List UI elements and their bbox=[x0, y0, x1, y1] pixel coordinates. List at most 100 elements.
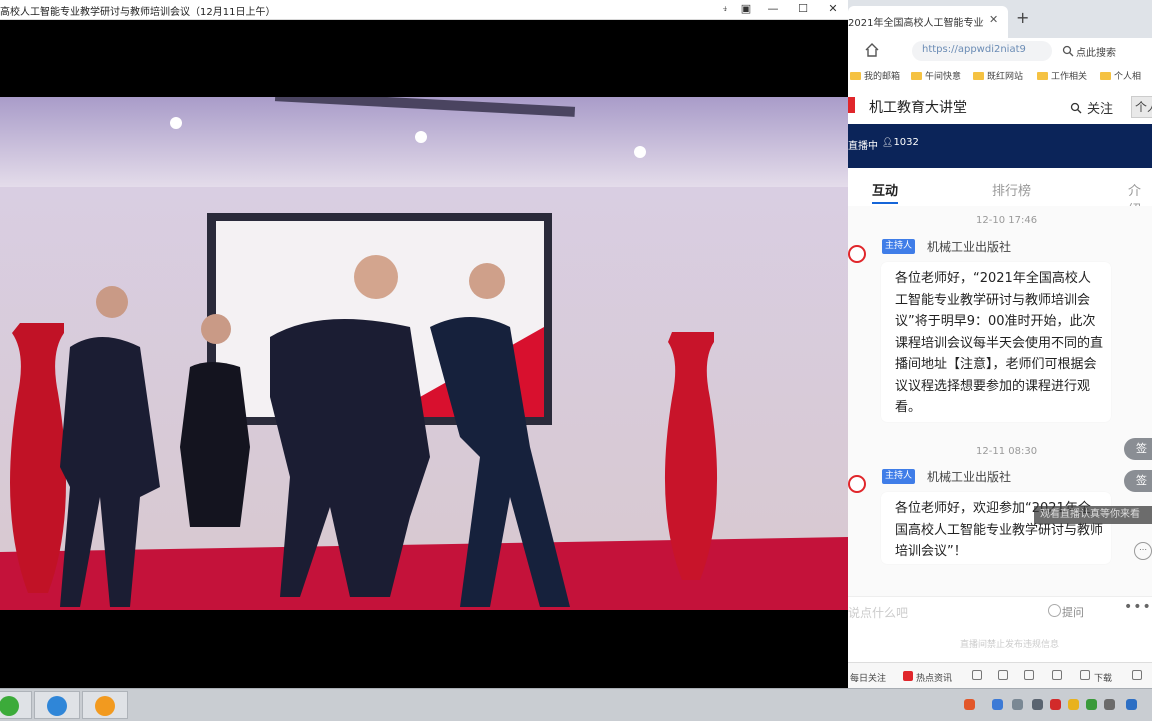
search-input[interactable]: 点此搜索 bbox=[1058, 41, 1152, 61]
address-bar-row: https://appwdi2niat9 点此搜索 bbox=[848, 38, 1152, 64]
app-green-icon bbox=[0, 696, 19, 716]
shield-icon[interactable] bbox=[972, 670, 982, 680]
overlay-tooltip: 观看直播认真等你来看 bbox=[1034, 506, 1152, 524]
bookmark-label: 工作相关 bbox=[1051, 72, 1088, 82]
close-tab-icon[interactable]: ✕ bbox=[989, 13, 998, 26]
host-badge: 主持人 bbox=[882, 239, 916, 254]
ask-label: 提问 bbox=[1062, 606, 1084, 619]
tray-icon[interactable] bbox=[1126, 699, 1137, 710]
message-bubble: 各位老师好，欢迎参加“2021年全国高校人工智能专业教学研讨与教师培训会议”！ bbox=[881, 492, 1111, 564]
checkin-button[interactable]: 签 bbox=[1124, 438, 1152, 460]
bookmark-item[interactable]: 工作相关 bbox=[1037, 69, 1087, 82]
content-tabs: 互动 排行榜 介绍 bbox=[848, 168, 1152, 218]
search-icon bbox=[1070, 102, 1082, 114]
tab-interact[interactable]: 互动 bbox=[872, 180, 898, 199]
url-text: https://appwdi2niat9 bbox=[922, 44, 1026, 55]
taskbar-app-browser[interactable] bbox=[34, 691, 80, 719]
tray-icon[interactable] bbox=[1050, 699, 1061, 710]
message-timestamp: 12-11 08:30 bbox=[976, 446, 1038, 457]
tab-bar: 2021年全国高校人工智能专业教 ✕ + bbox=[848, 0, 1152, 38]
bookmark-item[interactable]: 我的邮箱 bbox=[850, 69, 900, 82]
status-daily-follow[interactable]: 每日关注 bbox=[850, 671, 886, 684]
chat-input-area: 说点什么吧 提问 ••• 直播间禁止发布违规信息 bbox=[848, 596, 1152, 663]
chat-input[interactable]: 说点什么吧 bbox=[848, 604, 908, 621]
more-menu-button[interactable]: ••• bbox=[1124, 599, 1152, 615]
video-player-window: 高校人工智能专业教学研讨与教师培训会议（12月11日上午） ⍖ ▣ — ☐ ✕ bbox=[0, 0, 848, 688]
home-icon[interactable] bbox=[864, 42, 880, 58]
tab-ranking[interactable]: 排行榜 bbox=[992, 180, 1031, 199]
player-titlebar[interactable]: 高校人工智能专业教学研讨与教师培训会议（12月11日上午） ⍖ ▣ — ☐ ✕ bbox=[0, 0, 848, 20]
viewer-count-value: 1032 bbox=[893, 137, 919, 148]
bookmark-label: 既红网站 bbox=[987, 72, 1024, 82]
bookmark-label: 我的邮箱 bbox=[864, 72, 901, 82]
site-title: 机工教育大讲堂 bbox=[869, 100, 967, 116]
site-logo bbox=[848, 97, 855, 113]
message-sender: 机械工业出版社 bbox=[927, 240, 1012, 254]
follow-button[interactable]: 关注 bbox=[1070, 98, 1113, 117]
player-app-icon bbox=[95, 696, 115, 716]
host-badge: 主持人 bbox=[882, 469, 916, 484]
settings-icon[interactable] bbox=[1132, 670, 1142, 680]
browser-tab[interactable]: 2021年全国高校人工智能专业教 ✕ bbox=[848, 6, 1008, 38]
browser-app-icon bbox=[47, 696, 67, 716]
tool-icon[interactable] bbox=[1052, 670, 1062, 680]
live-status-bar: 直播中 👤︎1032 bbox=[848, 124, 1152, 168]
tray-icon[interactable] bbox=[1068, 699, 1079, 710]
taskbar-app-player[interactable] bbox=[82, 691, 128, 719]
status-hot-news[interactable]: 热点资讯 bbox=[916, 671, 952, 684]
bookmark-item[interactable]: 既红网站 bbox=[973, 69, 1023, 82]
status-download[interactable]: 下载 bbox=[1094, 671, 1112, 684]
folder-icon bbox=[1100, 72, 1111, 80]
viewer-count: 👤︎1032 bbox=[882, 137, 919, 148]
taskbar-app-360[interactable] bbox=[0, 691, 32, 719]
checkin-button-2[interactable]: 签 bbox=[1124, 470, 1152, 492]
tray-icon[interactable] bbox=[1104, 699, 1115, 710]
tray-icon[interactable] bbox=[1012, 699, 1023, 710]
more-options-icon[interactable]: ⋯ bbox=[1134, 542, 1152, 560]
tray-icon[interactable] bbox=[992, 699, 1003, 710]
browser-window: 2021年全国高校人工智能专业教 ✕ + https://appwdi2niat… bbox=[848, 0, 1152, 688]
tray-icon[interactable] bbox=[1086, 699, 1097, 710]
chat-notice: 直播间禁止发布违规信息 bbox=[960, 640, 1060, 650]
search-icon bbox=[1062, 45, 1074, 57]
bookmark-item[interactable]: 个人相 bbox=[1100, 69, 1141, 82]
maximize-button[interactable]: ☐ bbox=[792, 1, 814, 17]
follow-label: 关注 bbox=[1087, 102, 1114, 117]
message-bubble: 各位老师好，“2021年全国高校人工智能专业教学研讨与教师培训会议”将于明早9：… bbox=[881, 262, 1111, 422]
folder-icon bbox=[911, 72, 922, 80]
active-tab-indicator bbox=[872, 202, 898, 204]
message-timestamp: 12-10 17:46 bbox=[976, 215, 1038, 226]
minimize-button[interactable]: — bbox=[762, 1, 784, 17]
video-scene bbox=[0, 97, 848, 610]
question-icon bbox=[1048, 604, 1061, 617]
avatar bbox=[848, 475, 866, 493]
bookmark-label: 午间快意 bbox=[925, 72, 962, 82]
chat-panel[interactable]: 12-10 17:46 主持人 机械工业出版社 各位老师好，“2021年全国高校… bbox=[848, 206, 1152, 596]
avatar bbox=[848, 245, 866, 263]
ask-question-button[interactable]: 提问 bbox=[1048, 604, 1084, 620]
taskbar bbox=[0, 688, 1152, 721]
search-placeholder: 点此搜索 bbox=[1076, 48, 1116, 59]
tray-icon[interactable] bbox=[964, 699, 975, 710]
site-header: 机工教育大讲堂 关注 个人 bbox=[848, 86, 1152, 125]
close-button[interactable]: ✕ bbox=[822, 1, 844, 17]
tray-icon[interactable] bbox=[1032, 699, 1043, 710]
refresh-icon[interactable] bbox=[1024, 670, 1034, 680]
pip-icon[interactable]: ▣ bbox=[735, 1, 757, 17]
news-icon bbox=[903, 671, 913, 681]
pin-icon[interactable]: ⍖ bbox=[714, 1, 736, 17]
download-icon[interactable] bbox=[1080, 670, 1090, 680]
folder-icon bbox=[973, 72, 984, 80]
new-tab-button[interactable]: + bbox=[1016, 8, 1029, 27]
url-field[interactable]: https://appwdi2niat9 bbox=[912, 41, 1052, 61]
bookmark-item[interactable]: 午间快意 bbox=[911, 69, 961, 82]
user-icon: 👤︎ bbox=[882, 138, 894, 148]
live-status: 直播中 bbox=[848, 141, 878, 152]
bookmarks-bar: 我的邮箱 午间快意 既红网站 工作相关 个人相 bbox=[848, 64, 1152, 87]
browser-status-bar: 每日关注 热点资讯 下载 bbox=[848, 662, 1152, 688]
bookmark-label: 个人相 bbox=[1114, 72, 1142, 82]
screenshot-icon[interactable] bbox=[998, 670, 1008, 680]
personal-center-button[interactable]: 个人 bbox=[1131, 96, 1152, 118]
folder-icon bbox=[850, 72, 861, 80]
video-frame[interactable] bbox=[0, 97, 848, 610]
